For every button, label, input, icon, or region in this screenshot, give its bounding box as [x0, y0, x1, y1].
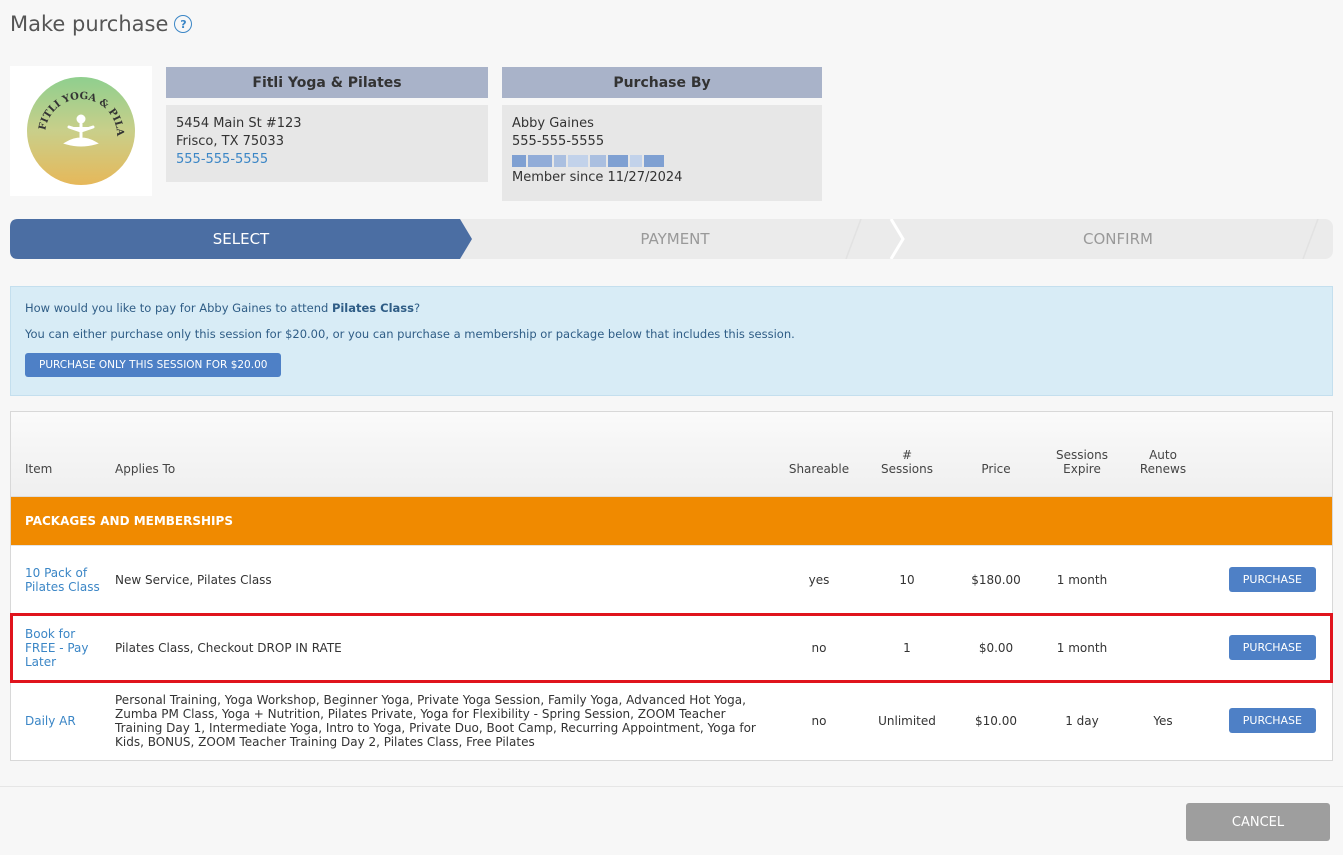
studio-address-line1: 5454 Main St #123	[176, 116, 302, 131]
auto-renews-cell	[1123, 613, 1203, 682]
auto-renews-cell	[1123, 545, 1203, 614]
purchaser-phone: 555-555-5555	[512, 134, 605, 149]
applies-to-cell: New Service, Pilates Class	[109, 545, 775, 614]
col-shareable: Shareable	[775, 412, 863, 497]
question-prefix: How would you like to pay for Abby Gaine…	[25, 301, 332, 315]
col-price: Price	[951, 412, 1041, 497]
expire-cell: 1 month	[1041, 613, 1123, 682]
col-item: Item	[11, 412, 109, 497]
purchase-button[interactable]: PURCHASE	[1228, 567, 1316, 592]
col-expire-line1: Sessions	[1055, 448, 1109, 462]
col-action	[1203, 412, 1332, 497]
step-confirm: CONFIRM	[1083, 230, 1153, 248]
studio-logo: FITLI YOGA & PILATES	[10, 66, 152, 196]
shareable-cell: no	[775, 681, 863, 760]
studio-info: 5454 Main St #123 Frisco, TX 75033 555-5…	[166, 105, 488, 182]
yoga-logo-icon: FITLI YOGA & PILATES	[25, 75, 135, 185]
shareable-cell: no	[775, 613, 863, 682]
action-cell: PURCHASE	[1203, 613, 1332, 682]
payment-options-info: How would you like to pay for Abby Gaine…	[10, 286, 1333, 396]
col-sessions-line2: Sessions	[880, 462, 934, 476]
member-since: Member since 11/27/2024	[512, 170, 683, 185]
table-row: 10 Pack of Pilates Class New Service, Pi…	[11, 545, 1332, 614]
table-header-row: Item Applies To Shareable # Sessions Pric…	[11, 412, 1332, 497]
expire-cell: 1 month	[1041, 545, 1123, 614]
col-expire-line2: Expire	[1063, 462, 1101, 476]
col-expire: Sessions Expire	[1041, 412, 1123, 497]
payment-question: How would you like to pay for Abby Gaine…	[25, 301, 1318, 315]
item-link[interactable]: Daily AR	[11, 681, 109, 760]
section-header-row: PACKAGES AND MEMBERSHIPS	[11, 496, 1332, 546]
purchaser-info: Abby Gaines 555-555-5555 Member since 11…	[502, 105, 822, 201]
price-cell: $180.00	[951, 545, 1041, 614]
section-label: PACKAGES AND MEMBERSHIPS	[11, 496, 1332, 546]
item-link[interactable]: 10 Pack of Pilates Class	[11, 545, 109, 614]
purchase-session-button[interactable]: PURCHASE ONLY THIS SESSION FOR $20.00	[25, 353, 282, 377]
auto-renews-cell: Yes	[1123, 681, 1203, 760]
packages-table: Item Applies To Shareable # Sessions Pric…	[10, 411, 1333, 761]
studio-address-line2: Frisco, TX 75033	[176, 134, 284, 149]
footer-divider	[0, 786, 1343, 787]
item-link[interactable]: Book for FREE - Pay Later	[11, 613, 109, 682]
applies-to-cell: Pilates Class, Checkout DROP IN RATE	[109, 613, 775, 682]
action-cell: PURCHASE	[1203, 545, 1332, 614]
question-class: Pilates Class	[331, 301, 414, 315]
col-renews-line2: Renews	[1139, 462, 1187, 476]
sessions-cell: 1	[863, 613, 951, 682]
studio-phone-link[interactable]: 555-555-5555	[176, 151, 478, 169]
purchase-button[interactable]: PURCHASE	[1228, 708, 1316, 734]
page-title: Make purchase ?	[10, 12, 193, 36]
sessions-cell: 10	[863, 545, 951, 614]
expire-cell: 1 day	[1041, 681, 1123, 760]
payment-explanation: You can either purchase only this sessio…	[25, 327, 795, 341]
col-auto-renews: Auto Renews	[1123, 412, 1203, 497]
price-cell: $10.00	[951, 681, 1041, 760]
applies-to-cell: Personal Training, Yoga Workshop, Beginn…	[109, 681, 775, 760]
purchase-button[interactable]: PURCHASE	[1228, 635, 1316, 660]
purchaser-header: Purchase By	[502, 67, 822, 98]
sessions-cell: Unlimited	[863, 681, 951, 760]
step-select: SELECT	[212, 230, 270, 248]
shareable-cell: yes	[775, 545, 863, 614]
col-sessions-line1: #	[901, 448, 913, 462]
purchaser-name: Abby Gaines	[512, 116, 594, 131]
page-title-text: Make purchase	[10, 12, 169, 36]
col-sessions: # Sessions	[863, 412, 951, 497]
table-row-highlighted: Book for FREE - Pay Later Pilates Class,…	[10, 612, 1333, 683]
question-suffix: ?	[414, 301, 421, 315]
action-cell: PURCHASE	[1203, 681, 1332, 760]
step-payment: PAYMENT	[640, 230, 710, 248]
redacted-email	[512, 155, 812, 167]
price-cell: $0.00	[951, 613, 1041, 682]
col-applies-to: Applies To	[109, 412, 775, 497]
checkout-steps: SELECT PAYMENT CONFIRM	[10, 219, 1333, 259]
studio-name-header: Fitli Yoga & Pilates	[166, 67, 488, 98]
col-renews-line1: Auto	[1149, 448, 1177, 462]
table-row: Daily AR Personal Training, Yoga Worksho…	[11, 681, 1332, 760]
help-icon[interactable]: ?	[174, 15, 193, 33]
cancel-button[interactable]: CANCEL	[1186, 803, 1330, 841]
